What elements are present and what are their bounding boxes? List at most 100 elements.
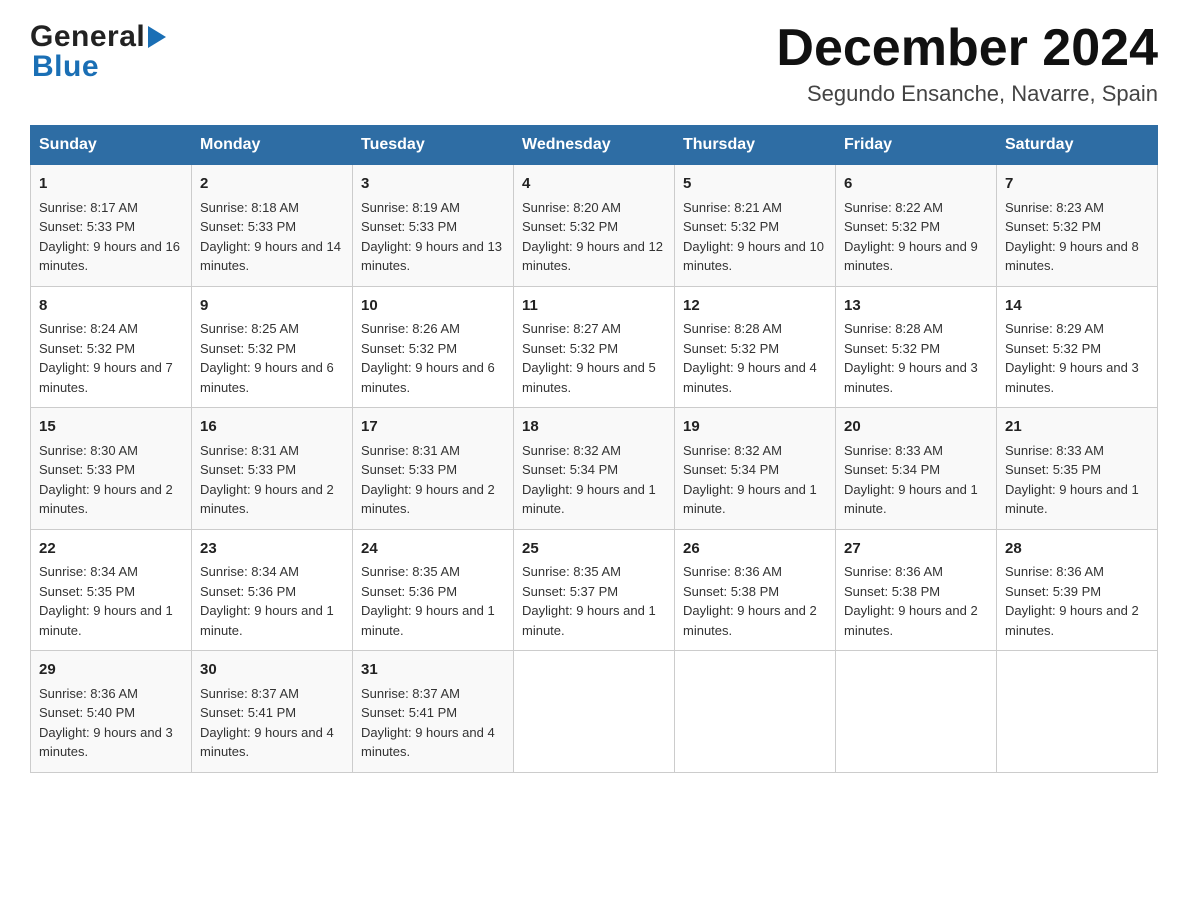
- calendar-cell: 2 Sunrise: 8:18 AMSunset: 5:33 PMDayligh…: [192, 165, 353, 287]
- day-info: Sunrise: 8:19 AMSunset: 5:33 PMDaylight:…: [361, 200, 502, 274]
- weekday-header-friday: Friday: [836, 126, 997, 165]
- day-info: Sunrise: 8:23 AMSunset: 5:32 PMDaylight:…: [1005, 200, 1139, 274]
- day-info: Sunrise: 8:35 AMSunset: 5:37 PMDaylight:…: [522, 564, 656, 638]
- day-info: Sunrise: 8:32 AMSunset: 5:34 PMDaylight:…: [683, 443, 817, 517]
- day-number: 9: [200, 295, 344, 318]
- day-info: Sunrise: 8:36 AMSunset: 5:39 PMDaylight:…: [1005, 564, 1139, 638]
- weekday-header-thursday: Thursday: [675, 126, 836, 165]
- calendar-cell: 26 Sunrise: 8:36 AMSunset: 5:38 PMDaylig…: [675, 529, 836, 651]
- calendar-cell: 5 Sunrise: 8:21 AMSunset: 5:32 PMDayligh…: [675, 165, 836, 287]
- day-number: 5: [683, 173, 827, 196]
- day-number: 10: [361, 295, 505, 318]
- calendar-cell: 1 Sunrise: 8:17 AMSunset: 5:33 PMDayligh…: [31, 165, 192, 287]
- day-number: 29: [39, 659, 183, 682]
- day-info: Sunrise: 8:36 AMSunset: 5:38 PMDaylight:…: [844, 564, 978, 638]
- calendar-cell: 13 Sunrise: 8:28 AMSunset: 5:32 PMDaylig…: [836, 286, 997, 408]
- calendar-cell: [997, 651, 1158, 773]
- day-number: 1: [39, 173, 183, 196]
- calendar-cell: 6 Sunrise: 8:22 AMSunset: 5:32 PMDayligh…: [836, 165, 997, 287]
- day-number: 27: [844, 538, 988, 561]
- day-info: Sunrise: 8:35 AMSunset: 5:36 PMDaylight:…: [361, 564, 495, 638]
- day-number: 18: [522, 416, 666, 439]
- calendar-cell: 15 Sunrise: 8:30 AMSunset: 5:33 PMDaylig…: [31, 408, 192, 530]
- day-info: Sunrise: 8:28 AMSunset: 5:32 PMDaylight:…: [683, 321, 817, 395]
- day-info: Sunrise: 8:30 AMSunset: 5:33 PMDaylight:…: [39, 443, 173, 517]
- day-number: 21: [1005, 416, 1149, 439]
- day-number: 25: [522, 538, 666, 561]
- day-info: Sunrise: 8:36 AMSunset: 5:38 PMDaylight:…: [683, 564, 817, 638]
- day-number: 4: [522, 173, 666, 196]
- calendar-week-row: 8 Sunrise: 8:24 AMSunset: 5:32 PMDayligh…: [31, 286, 1158, 408]
- calendar-cell: 9 Sunrise: 8:25 AMSunset: 5:32 PMDayligh…: [192, 286, 353, 408]
- day-number: 28: [1005, 538, 1149, 561]
- calendar-week-row: 22 Sunrise: 8:34 AMSunset: 5:35 PMDaylig…: [31, 529, 1158, 651]
- day-info: Sunrise: 8:18 AMSunset: 5:33 PMDaylight:…: [200, 200, 341, 274]
- day-number: 17: [361, 416, 505, 439]
- page-header: General Blue December 2024 Segundo Ensan…: [30, 20, 1158, 107]
- logo-blue-text: Blue: [32, 50, 99, 84]
- day-info: Sunrise: 8:33 AMSunset: 5:34 PMDaylight:…: [844, 443, 978, 517]
- weekday-header-row: SundayMondayTuesdayWednesdayThursdayFrid…: [31, 126, 1158, 165]
- calendar-cell: [514, 651, 675, 773]
- calendar-cell: 17 Sunrise: 8:31 AMSunset: 5:33 PMDaylig…: [353, 408, 514, 530]
- calendar-cell: 12 Sunrise: 8:28 AMSunset: 5:32 PMDaylig…: [675, 286, 836, 408]
- title-section: December 2024 Segundo Ensanche, Navarre,…: [776, 20, 1158, 107]
- calendar-cell: [836, 651, 997, 773]
- calendar-cell: 10 Sunrise: 8:26 AMSunset: 5:32 PMDaylig…: [353, 286, 514, 408]
- day-info: Sunrise: 8:31 AMSunset: 5:33 PMDaylight:…: [361, 443, 495, 517]
- calendar-cell: 11 Sunrise: 8:27 AMSunset: 5:32 PMDaylig…: [514, 286, 675, 408]
- day-number: 22: [39, 538, 183, 561]
- calendar-cell: 3 Sunrise: 8:19 AMSunset: 5:33 PMDayligh…: [353, 165, 514, 287]
- day-number: 2: [200, 173, 344, 196]
- day-number: 16: [200, 416, 344, 439]
- day-number: 30: [200, 659, 344, 682]
- day-number: 24: [361, 538, 505, 561]
- calendar-cell: 28 Sunrise: 8:36 AMSunset: 5:39 PMDaylig…: [997, 529, 1158, 651]
- calendar-cell: 21 Sunrise: 8:33 AMSunset: 5:35 PMDaylig…: [997, 408, 1158, 530]
- weekday-header-sunday: Sunday: [31, 126, 192, 165]
- day-number: 12: [683, 295, 827, 318]
- day-number: 11: [522, 295, 666, 318]
- weekday-header-wednesday: Wednesday: [514, 126, 675, 165]
- day-number: 14: [1005, 295, 1149, 318]
- logo: General Blue: [30, 20, 166, 84]
- month-title: December 2024: [776, 20, 1158, 77]
- day-info: Sunrise: 8:32 AMSunset: 5:34 PMDaylight:…: [522, 443, 656, 517]
- day-number: 19: [683, 416, 827, 439]
- day-info: Sunrise: 8:29 AMSunset: 5:32 PMDaylight:…: [1005, 321, 1139, 395]
- day-info: Sunrise: 8:37 AMSunset: 5:41 PMDaylight:…: [200, 686, 334, 760]
- day-info: Sunrise: 8:34 AMSunset: 5:35 PMDaylight:…: [39, 564, 173, 638]
- day-info: Sunrise: 8:24 AMSunset: 5:32 PMDaylight:…: [39, 321, 173, 395]
- calendar-cell: 4 Sunrise: 8:20 AMSunset: 5:32 PMDayligh…: [514, 165, 675, 287]
- day-info: Sunrise: 8:28 AMSunset: 5:32 PMDaylight:…: [844, 321, 978, 395]
- day-info: Sunrise: 8:25 AMSunset: 5:32 PMDaylight:…: [200, 321, 334, 395]
- day-info: Sunrise: 8:31 AMSunset: 5:33 PMDaylight:…: [200, 443, 334, 517]
- calendar-cell: 27 Sunrise: 8:36 AMSunset: 5:38 PMDaylig…: [836, 529, 997, 651]
- calendar-cell: 30 Sunrise: 8:37 AMSunset: 5:41 PMDaylig…: [192, 651, 353, 773]
- calendar-cell: 22 Sunrise: 8:34 AMSunset: 5:35 PMDaylig…: [31, 529, 192, 651]
- calendar-week-row: 29 Sunrise: 8:36 AMSunset: 5:40 PMDaylig…: [31, 651, 1158, 773]
- calendar-cell: 8 Sunrise: 8:24 AMSunset: 5:32 PMDayligh…: [31, 286, 192, 408]
- day-number: 20: [844, 416, 988, 439]
- day-number: 7: [1005, 173, 1149, 196]
- calendar-table: SundayMondayTuesdayWednesdayThursdayFrid…: [30, 125, 1158, 773]
- calendar-cell: 19 Sunrise: 8:32 AMSunset: 5:34 PMDaylig…: [675, 408, 836, 530]
- day-info: Sunrise: 8:20 AMSunset: 5:32 PMDaylight:…: [522, 200, 663, 274]
- location-subtitle: Segundo Ensanche, Navarre, Spain: [776, 81, 1158, 107]
- calendar-cell: 24 Sunrise: 8:35 AMSunset: 5:36 PMDaylig…: [353, 529, 514, 651]
- day-number: 3: [361, 173, 505, 196]
- calendar-cell: 23 Sunrise: 8:34 AMSunset: 5:36 PMDaylig…: [192, 529, 353, 651]
- calendar-cell: 31 Sunrise: 8:37 AMSunset: 5:41 PMDaylig…: [353, 651, 514, 773]
- logo-triangle-icon: [148, 26, 166, 48]
- weekday-header-monday: Monday: [192, 126, 353, 165]
- day-info: Sunrise: 8:36 AMSunset: 5:40 PMDaylight:…: [39, 686, 173, 760]
- day-info: Sunrise: 8:17 AMSunset: 5:33 PMDaylight:…: [39, 200, 180, 274]
- calendar-week-row: 15 Sunrise: 8:30 AMSunset: 5:33 PMDaylig…: [31, 408, 1158, 530]
- day-number: 26: [683, 538, 827, 561]
- day-number: 6: [844, 173, 988, 196]
- weekday-header-saturday: Saturday: [997, 126, 1158, 165]
- calendar-cell: [675, 651, 836, 773]
- calendar-cell: 7 Sunrise: 8:23 AMSunset: 5:32 PMDayligh…: [997, 165, 1158, 287]
- weekday-header-tuesday: Tuesday: [353, 126, 514, 165]
- calendar-cell: 29 Sunrise: 8:36 AMSunset: 5:40 PMDaylig…: [31, 651, 192, 773]
